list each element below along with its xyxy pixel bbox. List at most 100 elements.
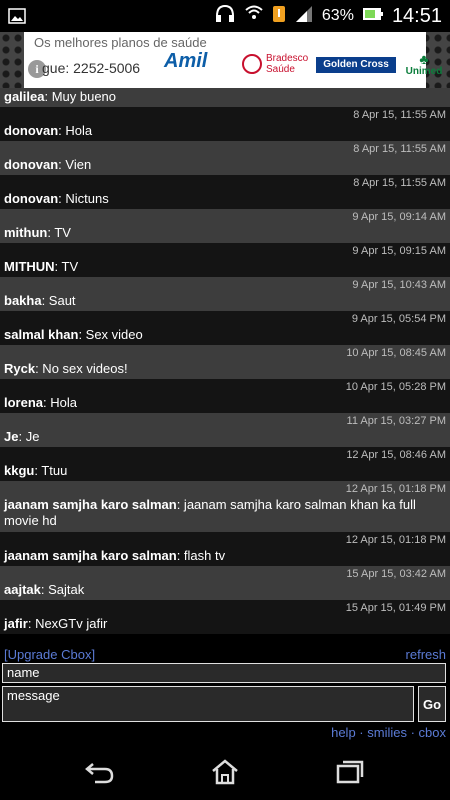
message-text: : Hola: [58, 123, 93, 138]
message-text: : NexGTv jafir: [27, 616, 108, 631]
ad-banner[interactable]: Os melhores planos de saúde i gue: 2252-…: [0, 32, 450, 88]
message-timestamp: 8 Apr 15, 11:55 AM: [353, 143, 446, 155]
message-timestamp: 10 Apr 15, 05:28 PM: [345, 381, 446, 393]
back-icon[interactable]: [85, 758, 115, 786]
bradesco-name: Bradesco: [266, 53, 309, 64]
message-text: : TV: [54, 259, 79, 274]
ad-headline: Os melhores planos de saúde: [34, 35, 207, 50]
chat-message: 15 Apr 15, 03:42 AM aajtak: Sajtak: [0, 566, 450, 600]
message-author[interactable]: donovan: [4, 191, 58, 206]
message-field[interactable]: message: [2, 686, 414, 722]
battery-icon: [362, 4, 384, 28]
smilies-link[interactable]: smilies: [367, 725, 407, 740]
message-author[interactable]: aajtak: [4, 582, 41, 597]
message-timestamp: 9 Apr 15, 09:14 AM: [352, 211, 446, 223]
refresh-link[interactable]: refresh: [406, 647, 446, 662]
unimed-icon: ♣: [419, 51, 429, 67]
message-line: bakha: Saut: [4, 293, 446, 309]
chat-message: 8 Apr 15, 11:55 AM donovan: Nictuns: [0, 175, 450, 209]
message-author[interactable]: mithun: [4, 225, 47, 240]
message-author[interactable]: Ryck: [4, 361, 35, 376]
message-timestamp: 15 Apr 15, 01:49 PM: [345, 602, 446, 614]
message-text: : TV: [47, 225, 71, 240]
message-line: jaanam samjha karo salman: flash tv: [4, 548, 446, 564]
chat-message: 12 Apr 15, 08:46 AM kkgu: Ttuu: [0, 447, 450, 481]
message-line: donovan: Vien: [4, 157, 446, 173]
message-line: mithun: TV: [4, 225, 446, 241]
home-icon[interactable]: [210, 758, 240, 786]
message-timestamp: 9 Apr 15, 09:15 AM: [352, 245, 446, 257]
help-link[interactable]: help: [331, 725, 356, 740]
message-author[interactable]: lorena: [4, 395, 43, 410]
message-text: : Saut: [41, 293, 76, 308]
message-timestamp: 12 Apr 15, 08:46 AM: [346, 449, 446, 461]
clock: 14:51: [391, 4, 442, 27]
navigation-bar: [0, 744, 450, 800]
message-line: jaanam samjha karo salman: jaanam samjha…: [4, 497, 446, 529]
signal-icon: [294, 4, 314, 28]
hotspot-icon: [244, 4, 264, 28]
message-line: salmal khan: Sex video: [4, 327, 446, 343]
upgrade-cbox-link[interactable]: [Upgrade Cbox]: [4, 647, 95, 662]
message-author[interactable]: salmal khan: [4, 327, 78, 342]
bradesco-logo: Bradesco Saúde: [242, 53, 308, 75]
message-timestamp: 11 Apr 15, 03:27 PM: [346, 415, 446, 427]
chat-message: 8 Apr 15, 11:55 AM donovan: Vien: [0, 141, 450, 175]
message-author[interactable]: donovan: [4, 157, 58, 172]
chat-message: 10 Apr 15, 08:45 AM Ryck: No sex videos!: [0, 345, 450, 379]
message-timestamp: 9 Apr 15, 10:43 AM: [352, 279, 446, 291]
message-timestamp: 15 Apr 15, 03:42 AM: [346, 568, 446, 580]
message-line: Ryck: No sex videos!: [4, 361, 446, 377]
message-author[interactable]: jaanam samjha karo salman: [4, 548, 177, 563]
battery-percent: 63%: [321, 7, 354, 24]
footer-links: help · smilies · cbox: [331, 725, 446, 740]
chat-message: 9 Apr 15, 09:14 AM mithun: TV: [0, 209, 450, 243]
go-button[interactable]: Go: [418, 686, 446, 722]
message-author[interactable]: bakha: [4, 293, 42, 308]
chat-messages[interactable]: 8 Apr 15, 12:52 AMgalilea: Muy bueno 8 Ap…: [0, 88, 450, 646]
message-author[interactable]: kkgu: [4, 463, 34, 478]
message-author[interactable]: donovan: [4, 123, 58, 138]
message-author[interactable]: jafir: [4, 616, 28, 631]
separator: ·: [355, 725, 368, 740]
headset-icon: [214, 4, 236, 28]
unimed-logo: ♣ Unimed: [402, 52, 446, 77]
message-text: : Sex video: [78, 327, 143, 342]
cbox-link[interactable]: cbox: [419, 725, 446, 740]
message-text: : Je: [18, 429, 40, 444]
message-line: lorena: Hola: [4, 395, 446, 411]
status-bar: 63% 14:51: [0, 0, 450, 32]
message-author[interactable]: jaanam samjha karo salman: [4, 497, 177, 512]
message-text: : Hola: [43, 395, 77, 410]
message-timestamp: 8 Apr 15, 11:55 AM: [353, 109, 446, 121]
notification-icon: [272, 4, 286, 28]
chat-message: 9 Apr 15, 05:54 PM salmal khan: Sex video: [0, 311, 450, 345]
separator: ·: [406, 725, 419, 740]
message-timestamp: 12 Apr 15, 01:18 PM: [345, 483, 446, 495]
message-text: : No sex videos!: [35, 361, 128, 376]
message-text: : Muy bueno: [44, 89, 117, 104]
chat-message: 12 Apr 15, 01:18 PM jaanam samjha karo sa…: [0, 532, 450, 566]
chat-message: 8 Apr 15, 12:52 AMgalilea: Muy bueno: [0, 88, 450, 107]
message-author[interactable]: Je: [4, 429, 18, 444]
chat-message: 15 Apr 15, 01:49 PM jafir: NexGTv jafir: [0, 600, 450, 634]
message-text: : Nictuns: [58, 191, 109, 206]
message-line: donovan: Hola: [4, 123, 446, 139]
message-author[interactable]: galilea: [4, 89, 44, 104]
message-timestamp: 9 Apr 15, 05:54 PM: [351, 313, 446, 325]
recent-apps-icon[interactable]: [335, 758, 365, 786]
name-field[interactable]: name: [2, 663, 446, 683]
message-line: kkgu: Ttuu: [4, 463, 446, 479]
message-text: : Sajtak: [40, 582, 85, 597]
ad-phone: gue: 2252-5006: [42, 60, 141, 76]
chat-message: 9 Apr 15, 10:43 AM bakha: Saut: [0, 277, 450, 311]
message-line: jafir: NexGTv jafir: [4, 616, 446, 632]
message-line: Je: Je: [4, 429, 446, 445]
message-text: : flash tv: [176, 548, 226, 563]
bradesco-sub: Saúde: [266, 64, 295, 75]
ad-card[interactable]: Os melhores planos de saúde i gue: 2252-…: [24, 32, 442, 88]
message-timestamp: 12 Apr 15, 01:18 PM: [345, 534, 446, 546]
chat-message: 9 Apr 15, 09:15 AM MITHUN: TV: [0, 243, 450, 277]
message-author[interactable]: MITHUN: [4, 259, 55, 274]
message-line: donovan: Nictuns: [4, 191, 446, 207]
